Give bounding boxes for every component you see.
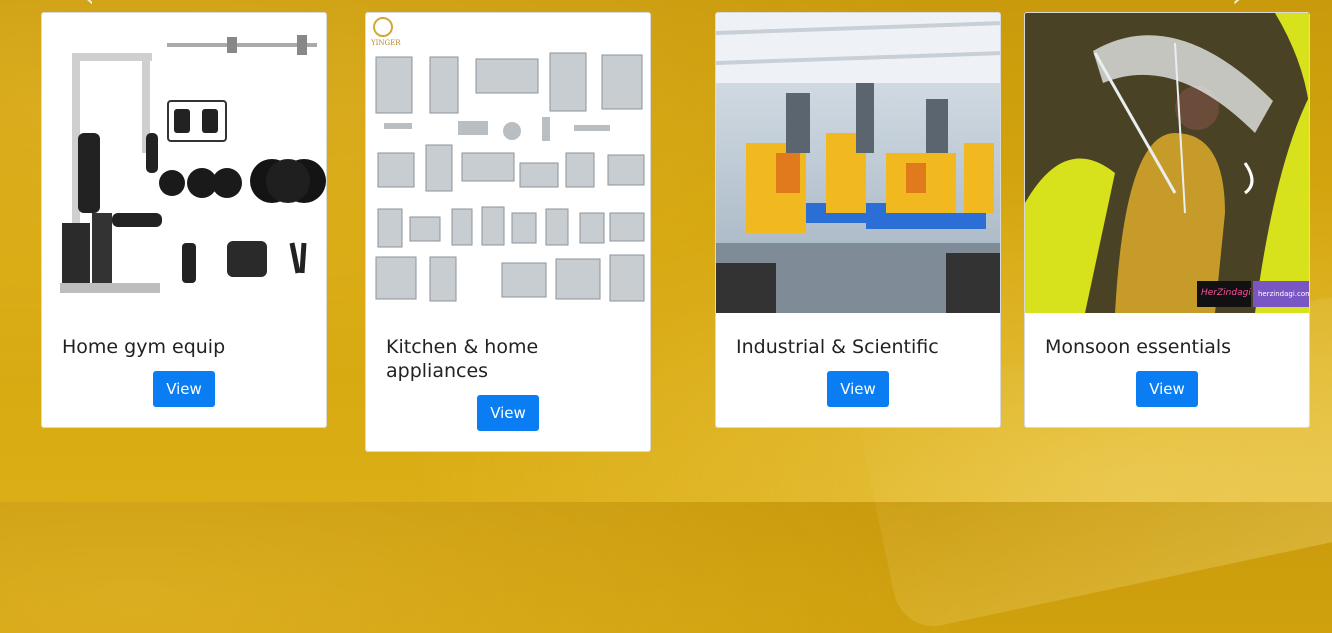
brand-logo: YINGER [371,39,401,47]
card-title: Kitchen & home appliances [386,336,539,382]
industrial-machinery-image[interactable] [716,13,1000,313]
category-card-industrial: Industrial & Scientific View [715,12,1001,428]
watermark-site: herzindagi.com [1258,290,1309,298]
view-button[interactable]: View [153,371,215,407]
card-title: Monsoon essentials [1045,336,1232,358]
kitchen-appliances-image[interactable]: YINGER [366,13,650,313]
view-button[interactable]: View [827,371,889,407]
category-card-monsoon: HerZindagi herzindagi.com Monsoon essent… [1024,12,1310,428]
monsoon-umbrella-image[interactable]: HerZindagi herzindagi.com [1025,13,1309,313]
chevron-right-icon[interactable]: › [1232,0,1252,11]
category-card-home-gym: Home gym equip View [41,12,327,428]
category-card-kitchen: YINGER Kitchen & home appliances View [365,12,651,452]
home-gym-image[interactable] [42,13,326,313]
watermark-brand: HerZindagi [1201,288,1251,298]
chevron-left-icon[interactable]: ‹ [84,0,104,11]
card-title: Home gym equip [62,336,226,358]
card-title: Industrial & Scientific [736,336,939,358]
view-button[interactable]: View [477,395,539,431]
view-button[interactable]: View [1136,371,1198,407]
